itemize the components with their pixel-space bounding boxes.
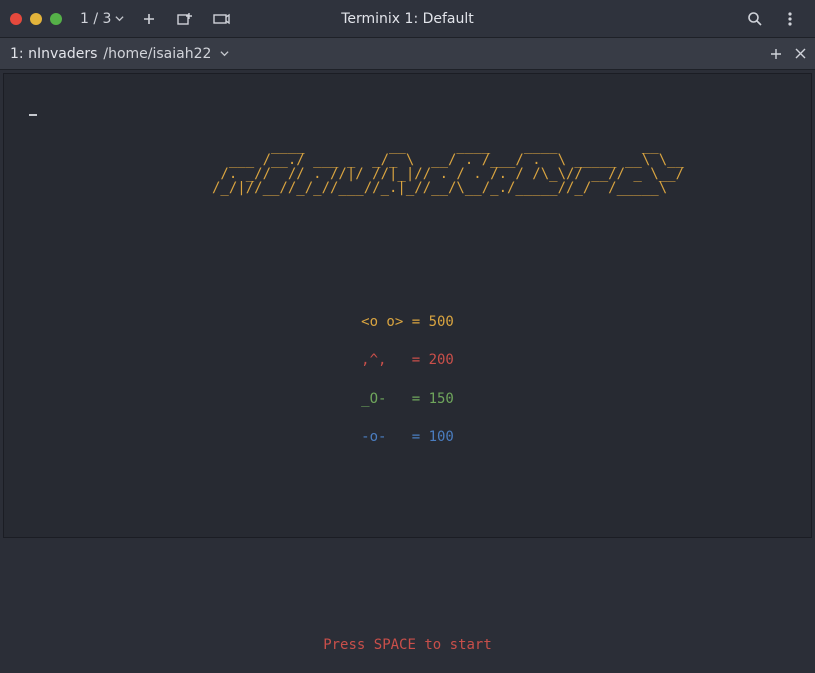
chevron-down-icon	[217, 47, 231, 61]
score-line: _O- = 150	[12, 390, 803, 408]
score-table: <o o> = 500 ,^, = 200 _O- = 150 -o- = 100	[12, 313, 803, 446]
minimize-window-button[interactable]	[30, 13, 42, 25]
score-line: ,^, = 200	[12, 351, 803, 369]
score-line: <o o> = 500	[12, 313, 803, 331]
titlebar: 1 / 3 Terminix 1: Default	[0, 0, 815, 38]
close-terminal-button[interactable]	[793, 47, 807, 61]
kebab-menu-button[interactable]	[775, 5, 805, 33]
window-controls	[10, 13, 62, 25]
terminal-tab[interactable]: 1: nInvaders /home/isaiah22	[0, 38, 241, 69]
cursor	[29, 114, 37, 116]
tab-path: /home/isaiah22	[103, 46, 211, 62]
chevron-down-icon	[115, 14, 124, 23]
maximize-window-button[interactable]	[50, 13, 62, 25]
terminal-pane[interactable]: ____ __ ____ ____ __ ___ /__./ ___ _ _/_…	[3, 73, 812, 538]
new-tab-icon[interactable]	[170, 5, 200, 33]
tab-label: 1: nInvaders	[10, 46, 97, 62]
start-message: Press SPACE to start	[12, 636, 803, 654]
page-indicator[interactable]: 1 / 3	[76, 11, 128, 27]
game-logo: ____ __ ____ ____ __ ___ /__./ ___ _ _/_…	[212, 139, 803, 195]
tabbar: 1: nInvaders /home/isaiah22	[0, 38, 815, 70]
score-line: -o- = 100	[12, 428, 803, 446]
add-terminal-button[interactable]	[769, 47, 783, 61]
add-button[interactable]	[134, 5, 164, 33]
broadcast-icon[interactable]	[206, 5, 236, 33]
close-window-button[interactable]	[10, 13, 22, 25]
search-button[interactable]	[739, 5, 769, 33]
page-indicator-label: 1 / 3	[80, 11, 111, 27]
